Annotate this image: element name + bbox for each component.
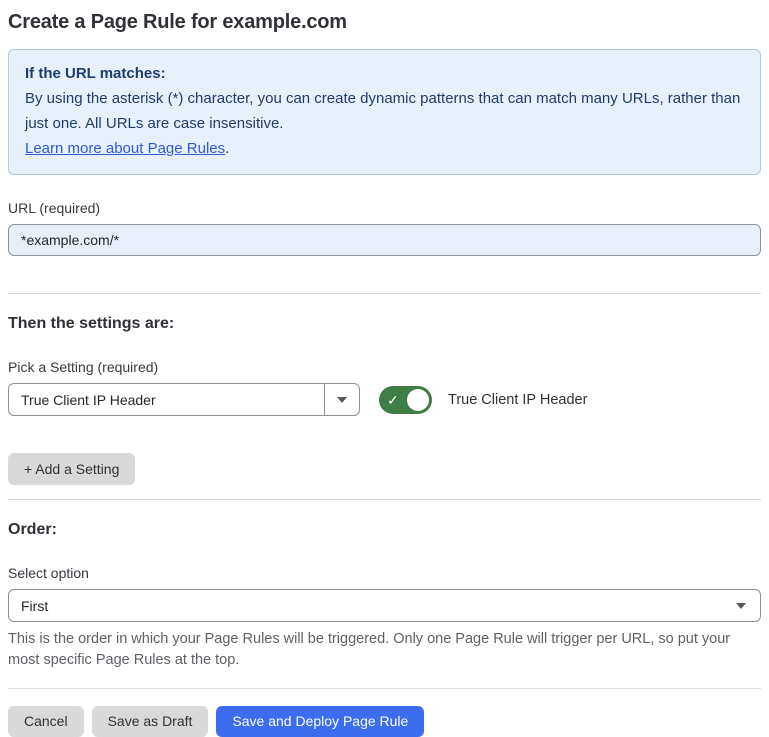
- settings-section-heading: Then the settings are:: [8, 315, 761, 333]
- add-setting-button[interactable]: + Add a Setting: [8, 453, 135, 485]
- url-matches-info-box: If the URL matches: By using the asteris…: [8, 49, 761, 175]
- info-box-link-line: Learn more about Page Rules.: [25, 136, 744, 161]
- info-box-body: By using the asterisk (*) character, you…: [25, 86, 744, 136]
- cancel-button[interactable]: Cancel: [8, 706, 84, 737]
- order-select[interactable]: First: [8, 589, 761, 622]
- pick-setting-label: Pick a Setting (required): [8, 359, 761, 375]
- dropdown-arrow-icon: [736, 603, 746, 609]
- toggle-knob: [407, 389, 429, 411]
- url-input[interactable]: [8, 224, 761, 256]
- link-suffix: .: [225, 140, 229, 157]
- dropdown-arrow-icon: [337, 397, 347, 403]
- learn-more-link[interactable]: Learn more about Page Rules: [25, 140, 225, 157]
- info-box-heading: If the URL matches:: [25, 61, 744, 86]
- order-help-text: This is the order in which your Page Rul…: [8, 629, 753, 670]
- page-title: Create a Page Rule for example.com: [8, 11, 761, 34]
- toggle-label: True Client IP Header: [448, 392, 587, 408]
- divider: [8, 293, 761, 294]
- check-icon: ✓: [387, 393, 399, 407]
- order-select-label: Select option: [8, 565, 761, 581]
- divider: [8, 688, 761, 689]
- setting-select[interactable]: True Client IP Header: [8, 383, 360, 416]
- save-deploy-button[interactable]: Save and Deploy Page Rule: [216, 706, 424, 737]
- order-section-heading: Order:: [8, 521, 761, 539]
- save-draft-button[interactable]: Save as Draft: [92, 706, 209, 737]
- true-client-ip-toggle[interactable]: ✓: [379, 386, 432, 414]
- setting-select-value: True Client IP Header: [9, 392, 156, 408]
- setting-select-arrow-section[interactable]: [324, 384, 359, 415]
- url-field-label: URL (required): [8, 200, 761, 216]
- divider: [8, 499, 761, 500]
- footer-actions: Cancel Save as Draft Save and Deploy Pag…: [8, 706, 761, 737]
- setting-row: True Client IP Header ✓ True Client IP H…: [8, 383, 761, 416]
- order-select-value: First: [9, 598, 48, 614]
